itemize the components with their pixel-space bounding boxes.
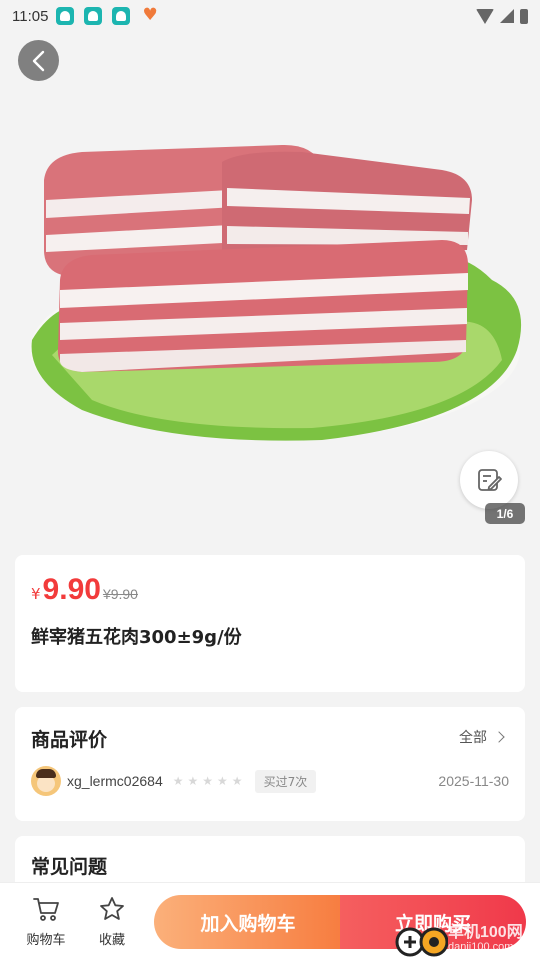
star-icon	[100, 897, 124, 920]
review-date: 2025-11-30	[438, 773, 509, 789]
currency-symbol: ¥	[31, 585, 41, 603]
star-icon: ★	[187, 774, 199, 788]
back-arrow-icon	[32, 50, 44, 71]
purchase-count-badge: 买过7次	[254, 769, 317, 793]
wifi-icon	[476, 8, 494, 24]
chevron-right-icon	[493, 731, 505, 743]
cart-label: 购物车	[26, 933, 66, 948]
status-time: 11:05	[12, 7, 49, 25]
star-icon: ★	[202, 774, 214, 788]
watermark-logo-icon	[395, 927, 448, 957]
status-bar: 11:05	[0, 0, 540, 32]
notification-heart-icon	[140, 5, 158, 25]
back-button[interactable]	[18, 40, 59, 81]
product-gallery[interactable]: 1/6	[0, 0, 540, 540]
add-to-cart-button[interactable]: 加入购物车	[154, 895, 342, 949]
cellular-signal-icon	[500, 9, 514, 23]
see-all-label: 全部	[459, 730, 487, 746]
battery-icon	[520, 8, 528, 24]
cart-tab[interactable]: 购物车	[21, 895, 71, 948]
reviews-title: 商品评价	[31, 729, 108, 751]
favorite-label: 收藏	[98, 933, 125, 948]
cart-icon	[33, 898, 59, 921]
see-all-reviews-link[interactable]: 全部	[459, 727, 505, 747]
product-image	[30, 144, 522, 441]
image-page-indicator: 1/6	[485, 503, 525, 524]
watermark-line1: 单机100网	[448, 923, 523, 941]
review-item[interactable]: xg_lermc02684 ★ ★ ★ ★ ★ 买过7次 2025-11-30	[31, 765, 509, 797]
faq-title: 常见问题	[31, 856, 108, 878]
star-icon: ★	[217, 774, 228, 788]
price-card: ¥ 9.90 ¥9.90 鲜宰猪五花肉300±9g/份	[15, 555, 525, 692]
star-icon: ★	[172, 774, 184, 788]
original-price: ¥9.90	[102, 586, 138, 602]
reviews-card: 商品评价 全部 xg_lermc02684 ★ ★ ★ ★ ★ 买过7次 202…	[15, 707, 525, 821]
price-row: ¥ 9.90 ¥9.90	[31, 573, 138, 607]
edit-button[interactable]	[460, 451, 518, 509]
star-icon: ★	[231, 774, 243, 788]
watermark: 单机100网 danji100.com	[392, 918, 540, 960]
notification-app-icon	[56, 7, 75, 25]
notification-app-icon	[84, 7, 103, 25]
watermark-line2: danji100.com	[448, 940, 514, 953]
current-price: 9.90	[42, 573, 101, 606]
rating-stars: ★ ★ ★ ★ ★	[173, 774, 243, 788]
edit-icon	[478, 469, 502, 491]
notification-app-icon	[112, 7, 131, 25]
favorite-tab[interactable]: 收藏	[87, 895, 137, 948]
product-title: 鲜宰猪五花肉300±9g/份	[31, 627, 242, 648]
avatar	[31, 766, 61, 796]
review-username: xg_lermc02684	[67, 773, 163, 789]
